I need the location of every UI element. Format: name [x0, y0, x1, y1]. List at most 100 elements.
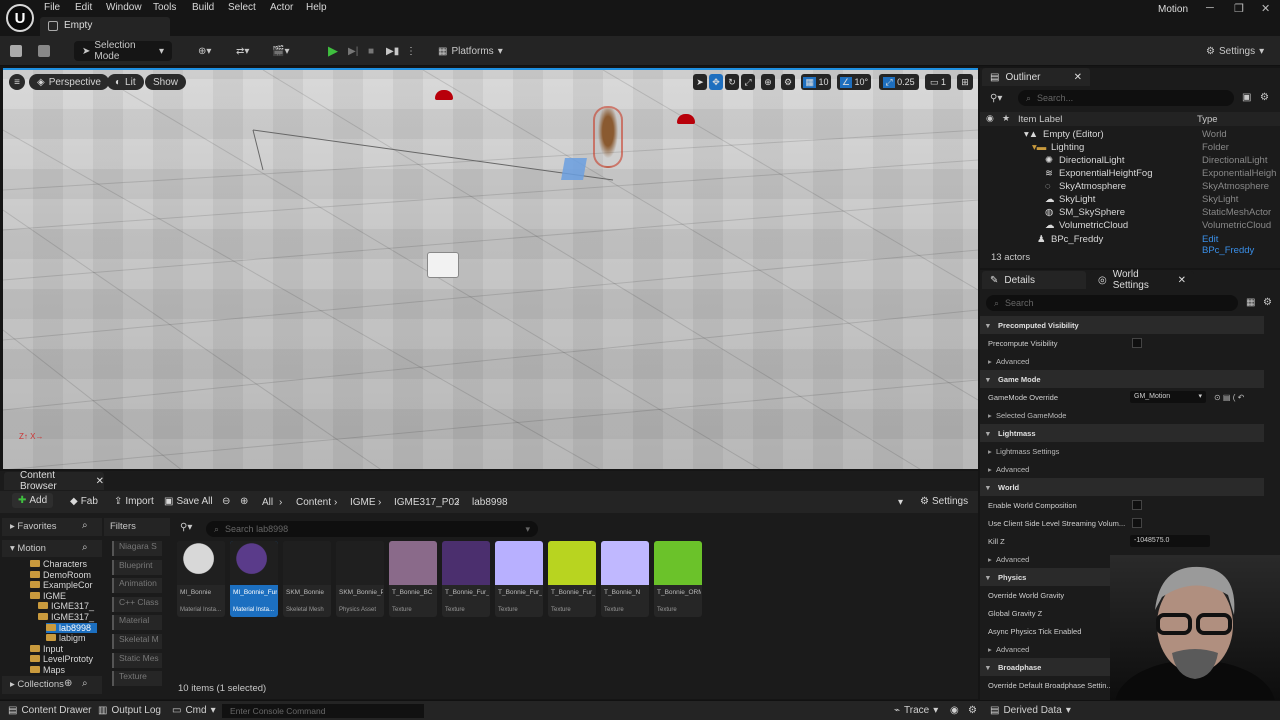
folder-tree-item[interactable]: lab8998: [46, 622, 98, 633]
search-icon[interactable]: ⌕: [82, 542, 88, 553]
breadcrumb-item[interactable]: All: [262, 497, 273, 508]
details-section[interactable]: Precomputed Visibility: [980, 316, 1264, 334]
add-folder-icon[interactable]: ▣: [1242, 92, 1251, 103]
menu-file[interactable]: File: [44, 2, 60, 13]
point-light-icon[interactable]: [677, 114, 695, 124]
game-controller-icon[interactable]: [427, 252, 459, 278]
item-label-header[interactable]: Item Label: [1018, 114, 1062, 125]
checkbox[interactable]: [1132, 518, 1142, 528]
outliner-row[interactable]: ▾▬ Lighting Folder: [980, 142, 1270, 155]
close-icon[interactable]: ✕: [96, 476, 104, 487]
save-all-button[interactable]: ▣ Save All: [164, 496, 213, 507]
outliner-row[interactable]: ◌ SkyAtmosphere SkyAtmosphere: [980, 181, 1270, 194]
outliner-row[interactable]: ✺ DirectionalLight DirectionalLight: [980, 155, 1270, 168]
menu-window[interactable]: Window: [106, 2, 142, 13]
filter-type-item[interactable]: Skeletal M: [112, 634, 162, 649]
lit-button[interactable]: ◐ Lit: [107, 74, 144, 90]
star-icon[interactable]: ★: [1002, 113, 1010, 124]
add-collection-icon[interactable]: ⊕: [64, 678, 72, 689]
menu-edit[interactable]: Edit: [75, 2, 92, 13]
document-tab[interactable]: Empty: [40, 17, 170, 36]
asset-tile[interactable]: MI_Bonnie_Fur Material Insta...: [230, 541, 278, 617]
search-icon[interactable]: ⌕: [82, 678, 88, 689]
history-forward-icon[interactable]: ⊕: [240, 496, 248, 507]
close-icon[interactable]: ✕: [1074, 72, 1082, 83]
favorites-header[interactable]: ▸ Favorites ⌕: [2, 518, 102, 536]
asset-tile[interactable]: SKM_Bonnie_Physics Physics Asset: [336, 541, 384, 617]
source-control-icon[interactable]: ⚙: [968, 705, 977, 716]
freddy-character[interactable]: [593, 106, 623, 168]
platforms-dropdown[interactable]: ▦ Platforms ▾: [438, 43, 503, 59]
chevron-down-icon[interactable]: ▾: [898, 497, 903, 508]
asset-tile[interactable]: T_Bonnie_ORM Texture: [654, 541, 702, 617]
play-icon[interactable]: ▶: [328, 43, 338, 59]
asset-tile[interactable]: T_Bonnie_N Texture: [601, 541, 649, 617]
checkbox[interactable]: [1132, 500, 1142, 510]
play-options-icon[interactable]: ▶▮: [386, 43, 399, 59]
details-settings-icon[interactable]: ⚙: [1263, 297, 1272, 308]
menu-tools[interactable]: Tools: [153, 2, 176, 13]
filter-type-item[interactable]: C++ Class: [112, 596, 162, 612]
folder-tree-item[interactable]: LevelPrototy: [30, 654, 93, 664]
folder-tree-item[interactable]: Characters: [30, 559, 87, 569]
viewport-menu-icon[interactable]: ≡: [9, 74, 25, 90]
outliner-row[interactable]: ♟ BPc_Freddy Edit BPc_Freddy: [980, 234, 1270, 256]
grid-snap-button[interactable]: ▦ 10: [801, 74, 831, 90]
scale-tool-icon[interactable]: ⤢: [741, 74, 755, 90]
project-header[interactable]: ▾ Motion ⌕: [2, 540, 102, 557]
outliner-row[interactable]: ≋ ExponentialHeightFog ExponentialHeigh: [980, 168, 1276, 181]
details-property[interactable]: Advanced: [988, 352, 1263, 370]
asset-tile[interactable]: MI_Bonnie Material Insta...: [177, 541, 225, 617]
filter-type-item[interactable]: Texture: [112, 671, 162, 687]
browse-icons[interactable]: ⊙ ▤ ( ↶: [1214, 393, 1244, 402]
unreal-logo-icon[interactable]: U: [6, 4, 34, 32]
folder-tree-item[interactable]: DemoRoom: [30, 570, 91, 580]
scale-snap-button[interactable]: ⤢ 0.25: [879, 74, 919, 90]
folder-tree-item[interactable]: ExampleCor: [30, 580, 93, 590]
output-log-button[interactable]: ▥ Output Log: [98, 705, 161, 716]
show-button[interactable]: Show: [145, 74, 187, 90]
minimize-button[interactable]: ─: [1206, 2, 1214, 14]
outliner-row[interactable]: ◍ SM_SkySphere StaticMeshActor: [980, 207, 1271, 220]
menu-help[interactable]: Help: [306, 2, 327, 13]
world-settings-tab[interactable]: ◎ World Settings ✕: [1090, 269, 1194, 291]
details-property[interactable]: Precompute Visibility: [988, 334, 1263, 352]
breadcrumb-item[interactable]: Content: [296, 497, 331, 508]
select-tool-icon[interactable]: ➤: [693, 74, 707, 90]
menu-build[interactable]: Build: [192, 2, 214, 13]
outliner-search-input[interactable]: ⌕ Search...: [1018, 90, 1234, 106]
asset-tile[interactable]: T_Bonnie_Fur_N Texture: [495, 541, 543, 617]
filter-type-item[interactable]: Material: [112, 615, 162, 631]
menu-actor[interactable]: Actor: [270, 2, 293, 13]
console-input[interactable]: Enter Console Command: [222, 704, 424, 718]
maximize-viewport-icon[interactable]: ⊞: [957, 74, 973, 90]
collections-header[interactable]: ▸ Collections ⊕ ⌕: [2, 676, 102, 694]
details-section[interactable]: World: [980, 478, 1264, 496]
cinematics-icon[interactable]: 🎬▾: [272, 43, 289, 59]
eye-icon[interactable]: ◉: [986, 113, 994, 124]
more-options-icon[interactable]: ⋮: [406, 43, 416, 59]
filter-type-item[interactable]: Animation: [112, 578, 162, 594]
filter-icon[interactable]: ⚲▾: [180, 522, 192, 533]
history-back-icon[interactable]: ⊖: [222, 496, 230, 507]
rotate-tool-icon[interactable]: ↻: [725, 74, 739, 90]
cmd-dropdown[interactable]: ▭ Cmd ▾: [172, 705, 216, 716]
breadcrumb-item[interactable]: IGME317_P02: [394, 497, 460, 508]
point-light-icon[interactable]: [435, 90, 453, 100]
type-header[interactable]: Type: [1197, 114, 1218, 125]
blueprint-icon[interactable]: ⇄▾: [236, 43, 249, 59]
asset-tile[interactable]: T_Bonnie_Fur_ORM Texture: [548, 541, 596, 617]
filter-type-item[interactable]: Static Mes: [112, 652, 162, 668]
menu-select[interactable]: Select: [228, 2, 256, 13]
player-start-arrow-icon[interactable]: [561, 158, 587, 180]
outliner-row[interactable]: ☁ SkyLight SkyLight: [980, 194, 1270, 207]
outliner-settings-icon[interactable]: ⚙: [1260, 92, 1269, 103]
numeric-field[interactable]: -1048575.0: [1130, 535, 1210, 547]
search-icon[interactable]: ⌕: [82, 520, 88, 531]
folder-tree-item[interactable]: IGME: [30, 591, 66, 601]
folder-tree-item[interactable]: IGME317_: [38, 601, 94, 611]
filters-header[interactable]: Filters: [104, 518, 170, 536]
folder-tree-item[interactable]: labigm: [46, 633, 86, 643]
details-property[interactable]: Selected GameMode: [988, 406, 1263, 424]
details-property[interactable]: Advanced: [988, 460, 1263, 478]
